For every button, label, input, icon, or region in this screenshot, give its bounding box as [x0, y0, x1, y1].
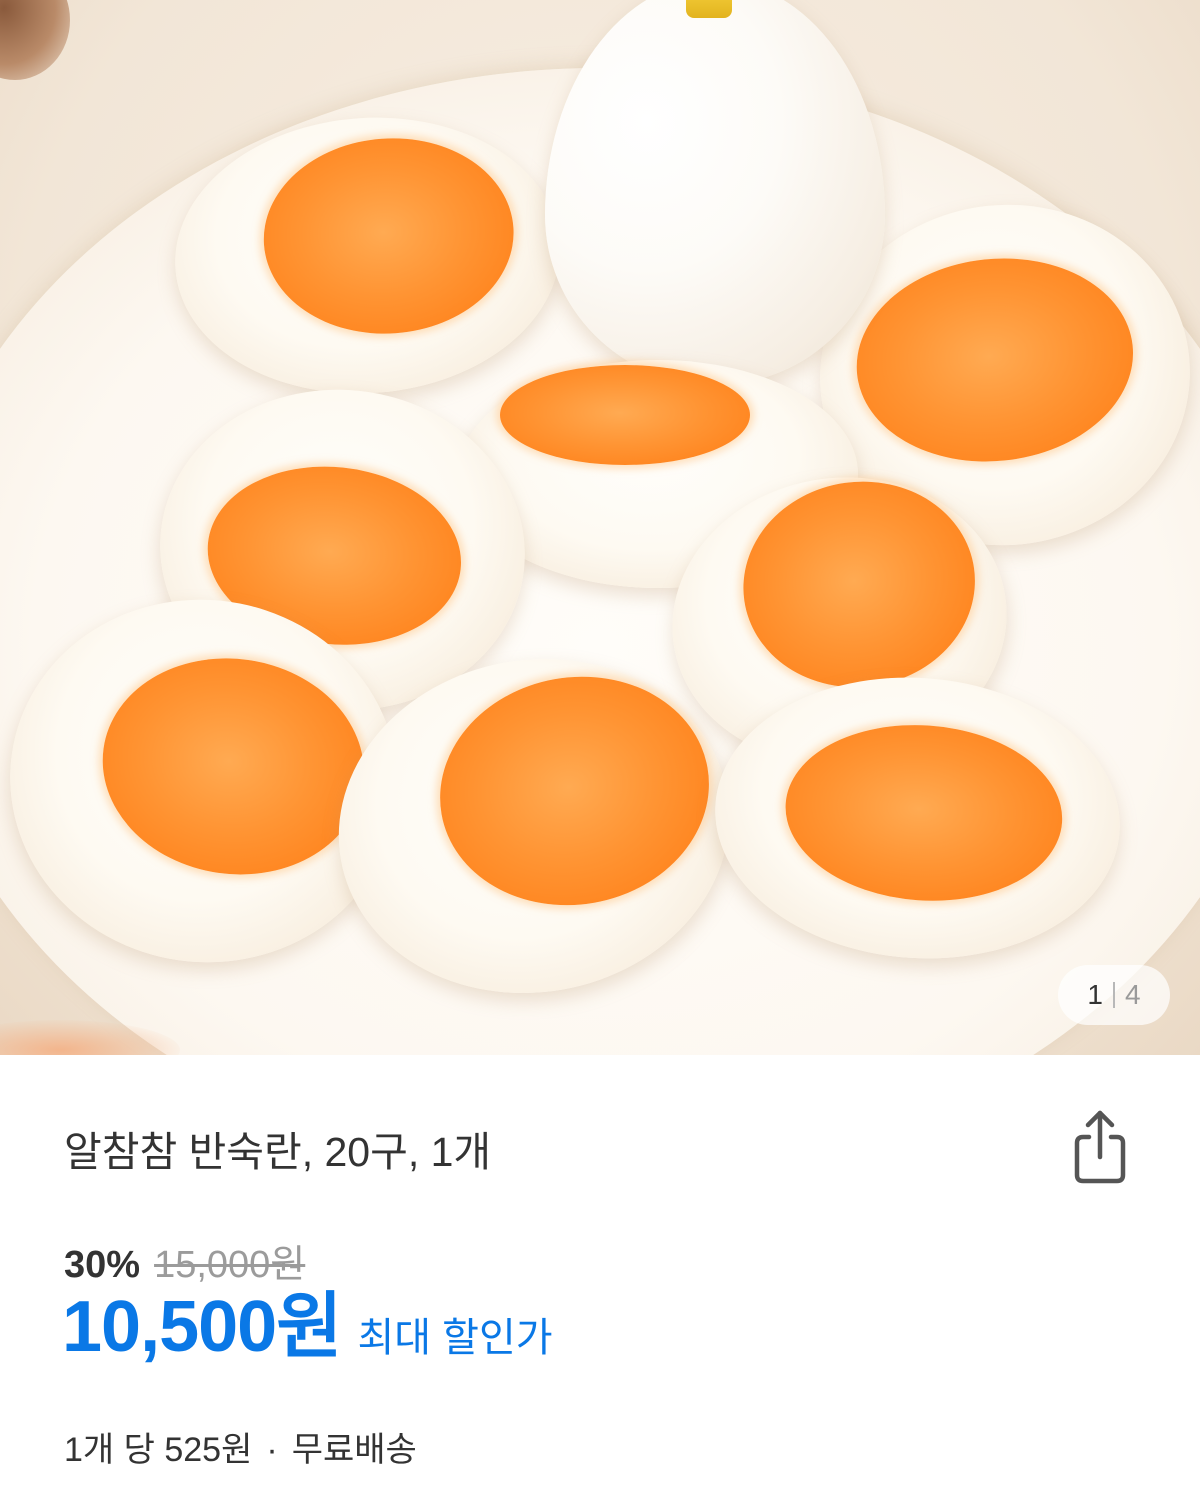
whole-egg: [545, 0, 885, 385]
sale-price: 10,500원: [62, 1287, 342, 1367]
share-icon: [1074, 1110, 1126, 1184]
separator-dot: ·: [266, 1431, 278, 1469]
page-divider: [1113, 982, 1115, 1008]
discount-rate: 30%: [64, 1244, 141, 1286]
egg-yolk: [846, 245, 1144, 475]
shipping-info: 무료배송: [291, 1431, 417, 1469]
product-title: 알참참 반숙란, 20구, 1개: [64, 1129, 492, 1175]
unit-price-row: 1개 당 525원 · 무료배송: [64, 1428, 417, 1472]
page-total: 4: [1125, 979, 1141, 1010]
yellow-clip: [686, 0, 732, 18]
product-photo-carousel[interactable]: 1 4: [0, 0, 1200, 1055]
egg-yolk: [500, 365, 750, 465]
egg-yolk: [88, 641, 378, 892]
share-button[interactable]: [1066, 1107, 1134, 1187]
egg-yolk: [257, 129, 521, 342]
sale-price-row: 10,500원 최대 할인가: [62, 1287, 553, 1367]
discount-row: 30% 15,000원: [64, 1241, 305, 1289]
image-page-indicator: 1 4: [1058, 965, 1170, 1025]
egg-yolk: [779, 715, 1069, 910]
sale-price-label: 최대 할인가: [357, 1316, 553, 1360]
original-price: 15,000원: [154, 1244, 306, 1286]
page-current: 1: [1087, 979, 1103, 1010]
background-shadow: [0, 0, 70, 80]
unit-price: 1개 당 525원: [64, 1431, 253, 1469]
product-info: 알참참 반숙란, 20구, 1개 30% 15,000원 10,500원 최대 …: [0, 1055, 1200, 1488]
